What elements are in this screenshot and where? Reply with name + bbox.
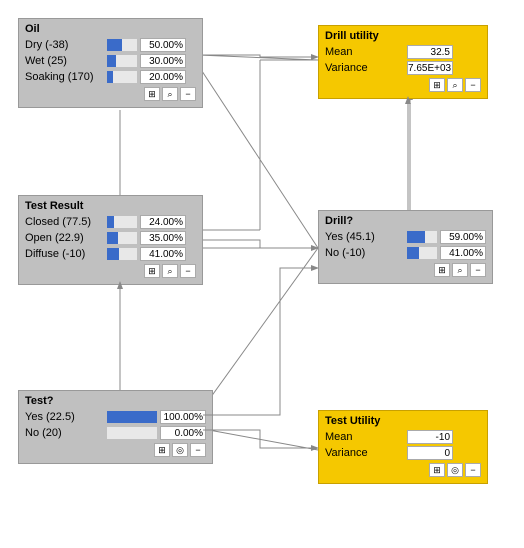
test-result-label-0: Closed (77.5) <box>25 216 107 228</box>
oil-bar-1 <box>107 55 137 67</box>
test-question-bar-0 <box>107 411 157 423</box>
test-utility-node: Test Utility Mean -10 Variance 0 ⊞ ◎ − <box>318 410 488 484</box>
oil-pct-1[interactable]: 30.00% <box>140 54 186 68</box>
test-result-label-1: Open (22.9) <box>25 232 107 244</box>
test-result-grid-button[interactable]: ⊞ <box>144 264 160 278</box>
drill-question-label-1: No (-10) <box>325 247 407 259</box>
drill-question-search-button[interactable]: ⌕ <box>452 263 468 277</box>
test-utility-value-1[interactable]: 0 <box>407 446 453 460</box>
oil-title: Oil <box>25 23 196 35</box>
oil-pct-2[interactable]: 20.00% <box>140 70 186 84</box>
test-result-row-0: Closed (77.5) 24.00% <box>25 215 196 229</box>
drill-utility-value-0[interactable]: 32.5 <box>407 45 453 59</box>
drill-utility-grid-button[interactable]: ⊞ <box>429 78 445 92</box>
test-question-node: Test? Yes (22.5) 100.00% No (20) 0.00% ⊞… <box>18 390 213 464</box>
test-result-search-button[interactable]: ⌕ <box>162 264 178 278</box>
test-result-footer: ⊞ ⌕ − <box>25 264 196 278</box>
test-question-label-1: No (20) <box>25 427 107 439</box>
oil-label-1: Wet (25) <box>25 55 107 67</box>
oil-label-0: Dry (-38) <box>25 39 107 51</box>
oil-row-0: Dry (-38) 50.00% <box>25 38 196 52</box>
oil-grid-button[interactable]: ⊞ <box>144 87 160 101</box>
test-result-row-2: Diffuse (-10) 41.00% <box>25 247 196 261</box>
drill-question-grid-button[interactable]: ⊞ <box>434 263 450 277</box>
test-result-minus-button[interactable]: − <box>180 264 196 278</box>
drill-question-pct-0[interactable]: 59.00% <box>440 230 486 244</box>
oil-node: Oil Dry (-38) 50.00% Wet (25) 30.00% Soa… <box>18 18 203 108</box>
test-utility-label-1: Variance <box>325 447 407 459</box>
drill-question-row-1: No (-10) 41.00% <box>325 246 486 260</box>
oil-row-2: Soaking (170) 20.00% <box>25 70 196 84</box>
oil-pct-0[interactable]: 50.00% <box>140 38 186 52</box>
test-utility-row-1: Variance 0 <box>325 446 481 460</box>
drill-question-bar-1 <box>407 247 437 259</box>
oil-minus-button[interactable]: − <box>180 87 196 101</box>
drill-question-title: Drill? <box>325 215 486 227</box>
test-question-minus-button[interactable]: − <box>190 443 206 457</box>
test-result-bar-2 <box>107 248 137 260</box>
drill-utility-footer: ⊞ ⌕ − <box>325 78 481 92</box>
test-question-bar-1 <box>107 427 157 439</box>
drill-utility-value-1[interactable]: 7.65E+03 <box>407 61 453 75</box>
test-result-pct-1[interactable]: 35.00% <box>140 231 186 245</box>
oil-bar-2 <box>107 71 137 83</box>
test-utility-row-0: Mean -10 <box>325 430 481 444</box>
drill-utility-node: Drill utility Mean 32.5 Variance 7.65E+0… <box>318 25 488 99</box>
drill-utility-label-0: Mean <box>325 46 407 58</box>
drill-utility-title: Drill utility <box>325 30 481 42</box>
test-result-row-1: Open (22.9) 35.00% <box>25 231 196 245</box>
test-utility-grid-button[interactable]: ⊞ <box>429 463 445 477</box>
test-result-node: Test Result Closed (77.5) 24.00% Open (2… <box>18 195 203 285</box>
drill-question-minus-button[interactable]: − <box>470 263 486 277</box>
test-utility-value-0[interactable]: -10 <box>407 430 453 444</box>
test-question-grid-button[interactable]: ⊞ <box>154 443 170 457</box>
drill-question-bar-0 <box>407 231 437 243</box>
test-result-title: Test Result <box>25 200 196 212</box>
test-utility-title: Test Utility <box>325 415 481 427</box>
drill-question-footer: ⊞ ⌕ − <box>325 263 486 277</box>
test-question-row-0: Yes (22.5) 100.00% <box>25 410 206 424</box>
test-result-label-2: Diffuse (-10) <box>25 248 107 260</box>
test-question-footer: ⊞ ◎ − <box>25 443 206 457</box>
test-utility-circle-button[interactable]: ◎ <box>447 463 463 477</box>
test-utility-footer: ⊞ ◎ − <box>325 463 481 477</box>
drill-utility-row-1: Variance 7.65E+03 <box>325 61 481 75</box>
oil-row-1: Wet (25) 30.00% <box>25 54 196 68</box>
oil-footer: ⊞ ⌕ − <box>25 87 196 101</box>
oil-bar-0 <box>107 39 137 51</box>
test-result-bar-1 <box>107 232 137 244</box>
drill-utility-minus-button[interactable]: − <box>465 78 481 92</box>
test-utility-label-0: Mean <box>325 431 407 443</box>
test-utility-minus-button[interactable]: − <box>465 463 481 477</box>
test-question-pct-0[interactable]: 100.00% <box>160 410 206 424</box>
test-question-label-0: Yes (22.5) <box>25 411 107 423</box>
test-question-row-1: No (20) 0.00% <box>25 426 206 440</box>
oil-search-button[interactable]: ⌕ <box>162 87 178 101</box>
drill-question-row-0: Yes (45.1) 59.00% <box>325 230 486 244</box>
oil-label-2: Soaking (170) <box>25 71 107 83</box>
drill-utility-row-0: Mean 32.5 <box>325 45 481 59</box>
drill-question-pct-1[interactable]: 41.00% <box>440 246 486 260</box>
test-question-pct-1[interactable]: 0.00% <box>160 426 206 440</box>
test-question-circle-button[interactable]: ◎ <box>172 443 188 457</box>
drill-utility-label-1: Variance <box>325 62 407 74</box>
drill-question-node: Drill? Yes (45.1) 59.00% No (-10) 41.00%… <box>318 210 493 284</box>
test-result-pct-2[interactable]: 41.00% <box>140 247 186 261</box>
test-result-bar-0 <box>107 216 137 228</box>
drill-question-label-0: Yes (45.1) <box>325 231 407 243</box>
drill-utility-search-button[interactable]: ⌕ <box>447 78 463 92</box>
test-result-pct-0[interactable]: 24.00% <box>140 215 186 229</box>
test-question-title: Test? <box>25 395 206 407</box>
